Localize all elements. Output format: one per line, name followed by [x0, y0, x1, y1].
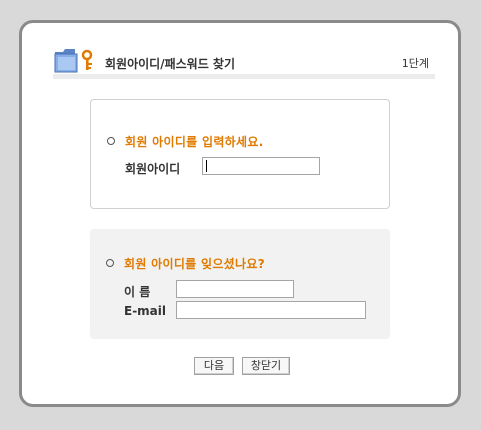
next-button[interactable]: 다음 — [194, 357, 234, 375]
header-divider — [53, 74, 435, 79]
email-input[interactable] — [176, 301, 366, 319]
forgot-id-question: 회원 아이디를 잊으셨나요? — [124, 257, 265, 271]
find-id-question: 회원 아이디를 입력하세요. — [125, 135, 264, 149]
header: 회원아이디/패스워드 찾기 1단계 — [53, 41, 435, 81]
step-indicator: 1단계 — [401, 57, 429, 70]
member-id-label: 회원아이디 — [125, 162, 181, 176]
close-window-button[interactable]: 창닫기 — [242, 357, 290, 375]
text-caret — [206, 160, 207, 172]
email-label: E-mail — [124, 304, 167, 318]
page-title: 회원아이디/패스워드 찾기 — [105, 57, 236, 71]
bullet-icon — [107, 137, 115, 145]
folder-key-icon — [53, 44, 97, 74]
bullet-icon — [106, 259, 114, 267]
dialog-frame: 회원아이디/패스워드 찾기 1단계 회원 아이디를 입력하세요. 회원아이디 회… — [19, 20, 461, 407]
find-id-section: 회원 아이디를 입력하세요. 회원아이디 — [90, 99, 390, 209]
name-input[interactable] — [176, 280, 294, 298]
member-id-input[interactable] — [202, 157, 320, 175]
name-label: 이 름 — [124, 285, 151, 299]
forgot-id-section: 회원 아이디를 잊으셨나요? 이 름 E-mail — [90, 229, 390, 339]
